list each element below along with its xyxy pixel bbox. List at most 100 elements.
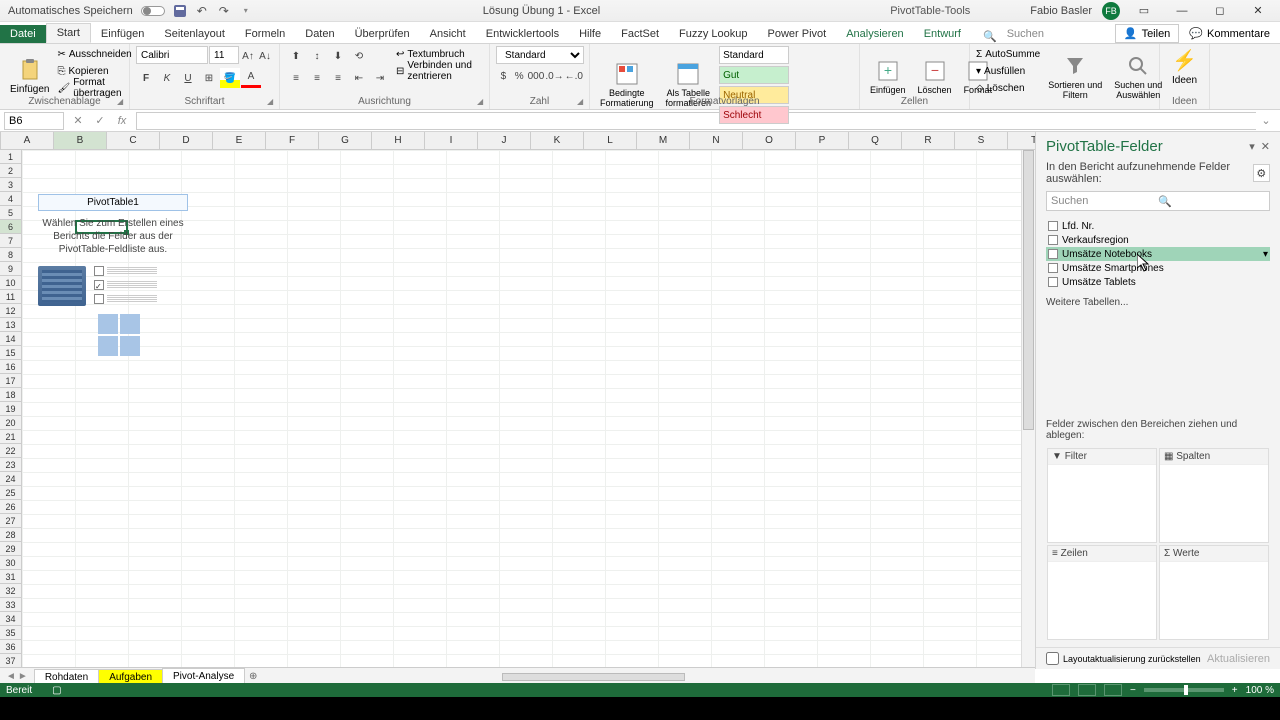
- row-header[interactable]: 23: [0, 458, 22, 472]
- column-header[interactable]: N: [690, 132, 743, 150]
- column-header[interactable]: R: [902, 132, 955, 150]
- increase-font-icon[interactable]: A↑: [240, 46, 256, 66]
- row-header[interactable]: 35: [0, 626, 22, 640]
- row-header[interactable]: 8: [0, 248, 22, 262]
- minimize-icon[interactable]: —: [1168, 1, 1196, 21]
- vertical-scrollbar[interactable]: [1021, 150, 1035, 669]
- row-header[interactable]: 2: [0, 164, 22, 178]
- cancel-formula-icon[interactable]: ✕: [68, 112, 88, 130]
- zoom-level[interactable]: 100 %: [1246, 685, 1274, 696]
- sort-filter-button[interactable]: Sortieren und Filtern: [1044, 46, 1106, 107]
- font-size-combo[interactable]: [209, 46, 239, 64]
- checkbox-icon[interactable]: [1048, 249, 1058, 259]
- ribbon-display-icon[interactable]: ▭: [1130, 1, 1158, 21]
- row-header[interactable]: 15: [0, 346, 22, 360]
- checkbox-icon[interactable]: [1048, 235, 1058, 245]
- row-header[interactable]: 3: [0, 178, 22, 192]
- orientation-icon[interactable]: ⟲: [349, 46, 369, 66]
- field-item-hover[interactable]: Umsätze Notebooks▾: [1046, 247, 1270, 261]
- align-bottom-icon[interactable]: ⬇: [328, 46, 348, 66]
- comments-button[interactable]: 💬Kommentare: [1189, 27, 1270, 40]
- ideas-button[interactable]: ⚡Ideen: [1166, 46, 1203, 88]
- tab-help[interactable]: Hilfe: [569, 25, 611, 43]
- name-box[interactable]: B6: [4, 112, 64, 130]
- area-values[interactable]: Σ Werte: [1159, 545, 1269, 640]
- tab-view[interactable]: Ansicht: [420, 25, 476, 43]
- row-header[interactable]: 11: [0, 290, 22, 304]
- find-select-button[interactable]: Suchen und Auswählen: [1110, 46, 1166, 107]
- align-middle-icon[interactable]: ↕: [307, 46, 327, 66]
- merge-center-button[interactable]: ⊟Verbinden und zentrieren: [396, 63, 483, 79]
- checkbox-icon[interactable]: [1048, 263, 1058, 273]
- row-header[interactable]: 10: [0, 276, 22, 290]
- tab-powerpivot[interactable]: Power Pivot: [758, 25, 837, 43]
- more-tables-link[interactable]: Weitere Tabellen...: [1036, 291, 1280, 314]
- field-item[interactable]: Verkaufsregion: [1046, 233, 1270, 247]
- page-layout-view-icon[interactable]: [1078, 684, 1096, 696]
- row-header[interactable]: 24: [0, 472, 22, 486]
- column-header[interactable]: G: [319, 132, 372, 150]
- underline-button[interactable]: U: [178, 68, 198, 88]
- row-header[interactable]: 18: [0, 388, 22, 402]
- field-pane-options-icon[interactable]: ▾: [1249, 140, 1255, 153]
- tab-factset[interactable]: FactSet: [611, 25, 669, 43]
- row-header[interactable]: 13: [0, 318, 22, 332]
- autosum-button[interactable]: ΣAutoSumme: [976, 46, 1040, 62]
- row-header[interactable]: 4: [0, 192, 22, 206]
- row-header[interactable]: 21: [0, 430, 22, 444]
- tab-file[interactable]: Datei: [0, 25, 46, 43]
- tab-start[interactable]: Start: [46, 23, 91, 43]
- row-header[interactable]: 25: [0, 486, 22, 500]
- format-as-table-button[interactable]: Als Tabelle formatieren: [662, 46, 716, 124]
- horizontal-scrollbar[interactable]: [282, 671, 1015, 683]
- tell-me[interactable]: Suchen: [997, 25, 1054, 43]
- row-header[interactable]: 19: [0, 402, 22, 416]
- row-header[interactable]: 16: [0, 360, 22, 374]
- cut-button[interactable]: ✂Ausschneiden: [57, 46, 131, 62]
- number-format-combo[interactable]: Standard: [496, 46, 584, 64]
- italic-button[interactable]: K: [157, 68, 177, 88]
- row-header[interactable]: 33: [0, 598, 22, 612]
- row-header[interactable]: 28: [0, 528, 22, 542]
- row-header[interactable]: 17: [0, 374, 22, 388]
- column-header[interactable]: H: [372, 132, 425, 150]
- column-header[interactable]: J: [478, 132, 531, 150]
- font-launcher[interactable]: ◢: [267, 97, 277, 107]
- checkbox-icon[interactable]: [1048, 277, 1058, 287]
- border-button[interactable]: ⊞: [199, 68, 219, 88]
- row-header[interactable]: 36: [0, 640, 22, 654]
- row-header[interactable]: 14: [0, 332, 22, 346]
- tab-insert[interactable]: Einfügen: [91, 25, 154, 43]
- row-header[interactable]: 22: [0, 444, 22, 458]
- column-header[interactable]: C: [107, 132, 160, 150]
- indent-inc-icon[interactable]: ⇥: [370, 68, 390, 88]
- row-header[interactable]: 32: [0, 584, 22, 598]
- worksheet-grid[interactable]: ABCDEFGHIJKLMNOPQRST 1234567891011121314…: [0, 132, 1035, 669]
- row-header[interactable]: 31: [0, 570, 22, 584]
- add-sheet-icon[interactable]: ⊕: [244, 671, 262, 682]
- defer-layout-checkbox[interactable]: Layoutaktualisierung zurückstellen: [1046, 652, 1201, 665]
- column-header[interactable]: P: [796, 132, 849, 150]
- customize-qat-icon[interactable]: ▾: [239, 4, 253, 18]
- column-header[interactable]: M: [637, 132, 690, 150]
- row-header[interactable]: 5: [0, 206, 22, 220]
- tab-fuzzy[interactable]: Fuzzy Lookup: [669, 25, 757, 43]
- align-top-icon[interactable]: ⬆: [286, 46, 306, 66]
- align-center-icon[interactable]: ≡: [307, 68, 327, 88]
- align-launcher[interactable]: ◢: [477, 97, 487, 107]
- sheet-nav-prev-icon[interactable]: ◄: [6, 671, 16, 682]
- font-color-button[interactable]: A: [241, 68, 261, 88]
- maximize-icon[interactable]: ◻: [1206, 1, 1234, 21]
- search-icon[interactable]: 🔍: [983, 30, 997, 43]
- row-header[interactable]: 7: [0, 234, 22, 248]
- normal-view-icon[interactable]: [1052, 684, 1070, 696]
- row-header[interactable]: 26: [0, 500, 22, 514]
- bold-button[interactable]: F: [136, 68, 156, 88]
- row-header[interactable]: 29: [0, 542, 22, 556]
- share-button[interactable]: 👤Teilen: [1115, 24, 1179, 43]
- clear-button[interactable]: ◇Löschen: [976, 80, 1040, 96]
- fill-color-button[interactable]: 🪣: [220, 68, 240, 88]
- tab-review[interactable]: Überprüfen: [345, 25, 420, 43]
- field-pane-close-icon[interactable]: ✕: [1261, 140, 1270, 153]
- row-header[interactable]: 27: [0, 514, 22, 528]
